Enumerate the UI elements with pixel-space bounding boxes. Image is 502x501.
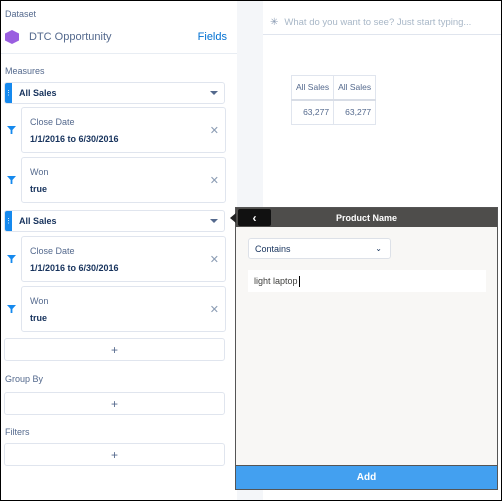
close-icon[interactable]: ✕ — [210, 174, 219, 187]
filter-value: true — [30, 313, 48, 323]
measure-all-sales-2[interactable]: ⋮ All Sales — [4, 210, 225, 232]
filter-icon — [7, 255, 16, 263]
filter-field: Close Date — [30, 246, 75, 256]
add-group-button[interactable]: + — [4, 392, 225, 415]
operator-value: Contains — [255, 243, 291, 254]
caret-down-icon[interactable] — [210, 91, 218, 95]
back-button[interactable]: ‹ — [238, 209, 271, 226]
results-table: All Sales All Sales 63,277 63,277 — [290, 75, 377, 125]
fields-link[interactable]: Fields — [198, 31, 227, 43]
add-button[interactable]: Add — [236, 465, 497, 489]
filters-label: Filters — [5, 427, 30, 437]
measure-label: All Sales — [19, 88, 57, 98]
column-header[interactable]: All Sales — [290, 75, 335, 101]
filter-value: 1/1/2016 to 6/30/2016 — [30, 134, 119, 144]
text-cursor — [298, 275, 300, 287]
filter-card-close-date[interactable]: Close Date 1/1/2016 to 6/30/2016 ✕ — [21, 107, 226, 153]
dataset-name: DTC Opportunity — [29, 31, 112, 43]
sparkle-icon: ✳ — [270, 16, 279, 28]
divider — [1, 53, 237, 54]
add-filter-button[interactable]: + — [4, 443, 225, 466]
table-cell: 63,277 — [333, 99, 377, 125]
measure-all-sales-1[interactable]: ⋮ All Sales — [4, 82, 225, 104]
filter-icon — [7, 126, 16, 134]
operator-select[interactable]: Contains ⌄ — [248, 238, 391, 259]
dataset-icon — [5, 30, 19, 44]
input-text: light laptop — [254, 276, 298, 286]
drag-handle-icon[interactable]: ⋮ — [5, 211, 12, 231]
filter-icon — [7, 176, 16, 184]
filter-icon — [7, 305, 16, 313]
table-row: 63,277 63,277 — [290, 99, 377, 125]
filter-field: Close Date — [30, 117, 75, 127]
popover-title: Product Name — [335, 212, 397, 223]
search-bar[interactable]: ✳ What do you want to see? Just start ty… — [263, 10, 501, 35]
close-icon[interactable]: ✕ — [210, 124, 219, 137]
chevron-down-icon: ⌄ — [375, 244, 382, 253]
table-cell: 63,277 — [290, 99, 335, 125]
close-icon[interactable]: ✕ — [210, 253, 219, 266]
caret-down-icon[interactable] — [210, 219, 218, 223]
dataset-row: DTC Opportunity Fields — [5, 28, 227, 46]
measures-label: Measures — [5, 66, 45, 76]
filter-card-won[interactable]: Won true ✕ — [21, 286, 226, 332]
filter-card-close-date[interactable]: Close Date 1/1/2016 to 6/30/2016 ✕ — [21, 236, 226, 282]
search-placeholder: What do you want to see? Just start typi… — [284, 16, 472, 28]
filter-card-won[interactable]: Won true ✕ — [21, 157, 226, 203]
filter-value-input[interactable]: light laptop — [248, 270, 486, 292]
query-builder-panel: Dataset DTC Opportunity Fields Measures … — [1, 1, 237, 500]
popover-header: ‹ Product Name — [236, 208, 497, 227]
close-icon[interactable]: ✕ — [210, 303, 219, 316]
dataset-label: Dataset — [5, 9, 37, 19]
measure-label: All Sales — [19, 216, 57, 226]
filter-field: Won — [30, 167, 49, 177]
column-header[interactable]: All Sales — [333, 75, 377, 101]
product-name-filter-popover: ‹ Product Name Contains ⌄ light laptop A… — [230, 207, 498, 490]
add-measure-button[interactable]: + — [4, 338, 225, 361]
drag-handle-icon[interactable]: ⋮ — [5, 83, 12, 103]
filter-field: Won — [30, 296, 49, 306]
filter-value: true — [30, 184, 48, 194]
group-by-label: Group By — [5, 374, 44, 384]
filter-value: 1/1/2016 to 6/30/2016 — [30, 263, 119, 273]
